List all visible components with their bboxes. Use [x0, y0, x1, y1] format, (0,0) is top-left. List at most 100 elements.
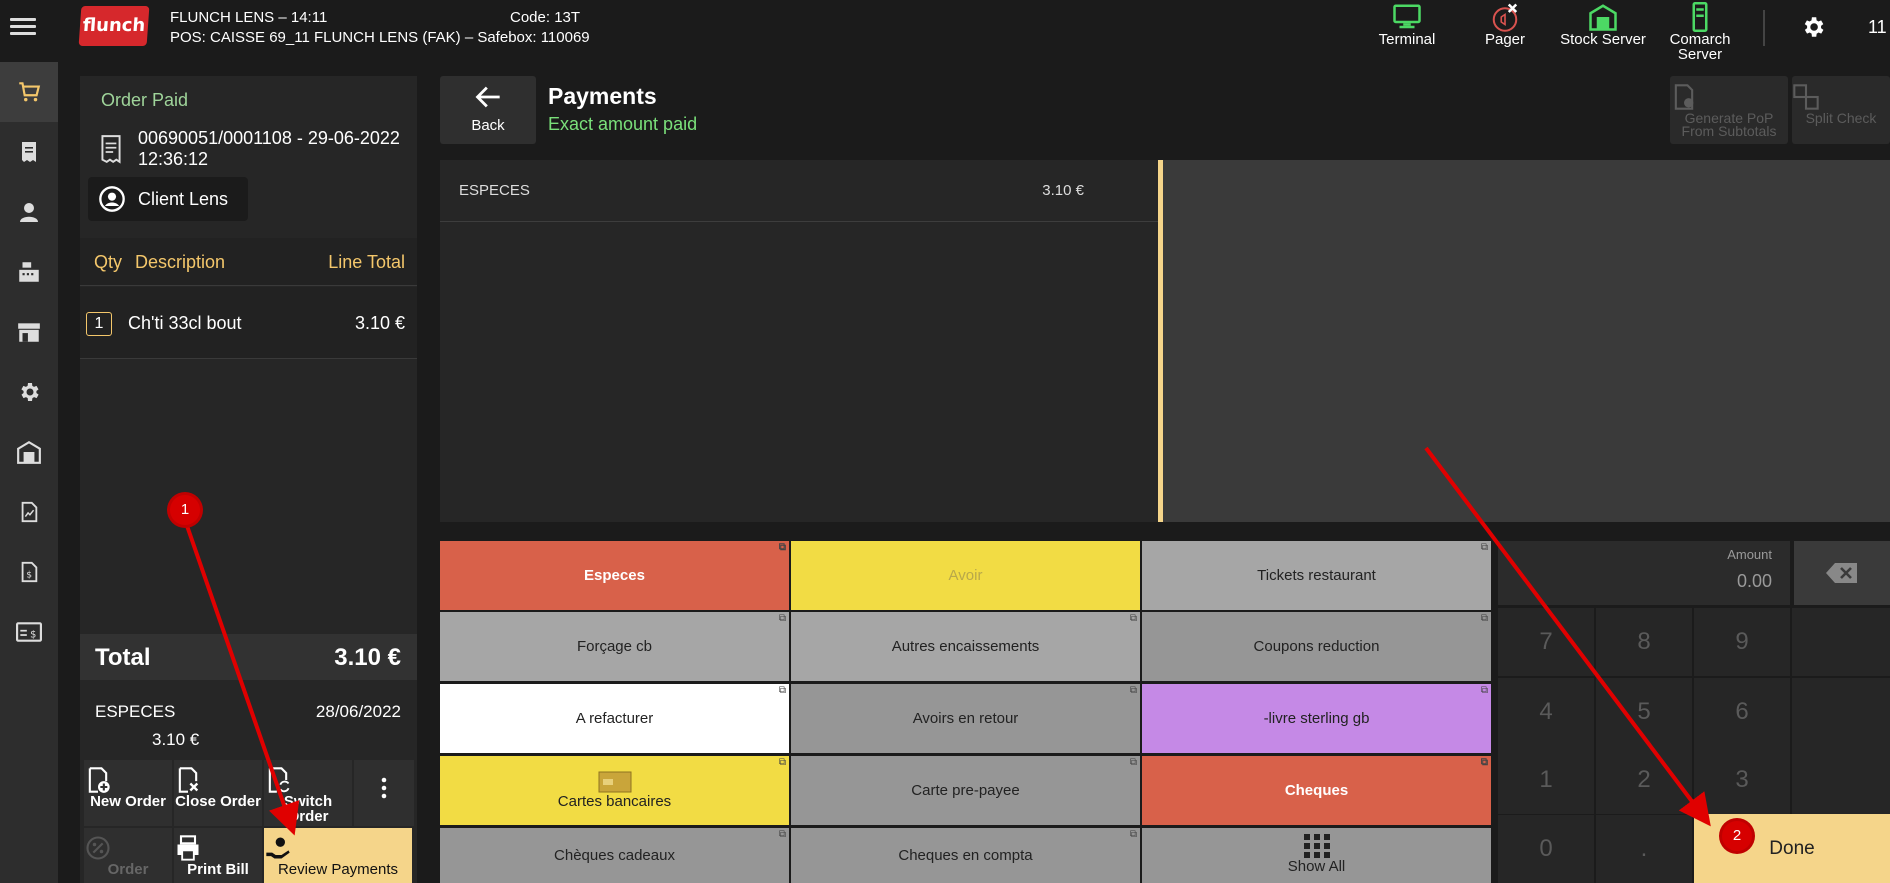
split-icon: [1793, 84, 1819, 110]
method-label: Carte pre-payee: [911, 782, 1020, 799]
pager-button[interactable]: Pager: [1460, 2, 1550, 56]
generate-pop-label: Generate PoP From Subtotals: [1681, 110, 1777, 139]
line-total: 3.10 €: [354, 313, 405, 333]
nav-person[interactable]: [0, 182, 58, 242]
col-qty: Qty: [94, 252, 123, 272]
hamburger-menu-icon[interactable]: [10, 14, 36, 40]
payment-detail-area: [1163, 160, 1890, 522]
nav-card[interactable]: $: [0, 602, 58, 662]
left-nav: $ $: [0, 62, 58, 883]
method-coupons-reduction[interactable]: ⧉ Coupons reduction: [1142, 612, 1491, 681]
nav-cart[interactable]: [0, 62, 58, 122]
new-order-label: New Order: [90, 793, 166, 810]
payment-status: Exact amount paid: [548, 114, 698, 134]
method-carte-pre-payee[interactable]: ⧉ Carte pre-payee: [791, 756, 1140, 825]
person-icon: [20, 203, 38, 222]
key-5[interactable]: 5: [1596, 678, 1692, 746]
page-title: Payments: [548, 83, 657, 109]
pager-label: Pager: [1484, 31, 1526, 48]
key-4[interactable]: 4: [1498, 678, 1594, 746]
external-link-icon: ⧉: [1129, 685, 1137, 696]
print-bill-button[interactable]: Print Bill: [174, 828, 262, 883]
key-blank-3: [1792, 746, 1890, 814]
receipt-icon: [101, 135, 121, 164]
warehouse-icon: [17, 440, 41, 464]
stock-server-button[interactable]: Stock Server: [1558, 2, 1648, 56]
generate-pop-button[interactable]: Generate PoP From Subtotals: [1670, 76, 1788, 144]
method-cheques[interactable]: ⧉ Cheques: [1142, 756, 1491, 825]
key-6[interactable]: 6: [1694, 678, 1790, 746]
method-livre-sterling[interactable]: ⧉ -livre sterling gb: [1142, 684, 1491, 753]
key-dot[interactable]: .: [1596, 815, 1692, 883]
key-0[interactable]: 0: [1498, 815, 1594, 883]
col-line-total: Line Total: [328, 252, 405, 272]
external-link-icon: ⧉: [1480, 757, 1488, 768]
account-circle-icon: [99, 186, 125, 212]
close-order-button[interactable]: Close Order: [174, 760, 262, 826]
external-link-icon: ⧉: [778, 829, 786, 840]
external-link-icon: ⧉: [1480, 542, 1488, 553]
line-qty: 1: [86, 312, 112, 336]
key-3[interactable]: 3: [1694, 746, 1790, 814]
backspace-button[interactable]: [1794, 541, 1890, 605]
split-check-button[interactable]: Split Check: [1792, 76, 1890, 144]
top-divider: [1763, 10, 1765, 46]
store-code: Code: 13T: [510, 9, 581, 26]
method-especes[interactable]: ⧉ Especes: [440, 541, 789, 610]
terminal-button[interactable]: Terminal: [1362, 2, 1452, 56]
more-vert-icon: [381, 777, 387, 799]
cash-register-icon: [19, 262, 39, 282]
comarch-server-label: Comarch Server: [1669, 31, 1731, 63]
nav-reports[interactable]: [0, 482, 58, 542]
payment-entry[interactable]: ESPECES 3.10 €: [440, 160, 1158, 222]
key-1[interactable]: 1: [1498, 746, 1594, 814]
payment-entry-amount: 3.10 €: [1042, 182, 1084, 199]
nav-settings[interactable]: [0, 362, 58, 422]
key-2[interactable]: 2: [1596, 746, 1692, 814]
back-label: Back: [471, 117, 505, 134]
monitor-icon: [1393, 4, 1421, 29]
method-label: Autres encaissements: [891, 638, 1040, 655]
key-blank-1: [1792, 608, 1890, 676]
nav-warehouse[interactable]: [0, 422, 58, 482]
method-autres-encaissements[interactable]: ⧉ Autres encaissements: [791, 612, 1140, 681]
pager-icon: [1492, 3, 1518, 32]
show-all-label: Show All: [1287, 858, 1346, 875]
method-cheques-cadeaux[interactable]: ⧉ Chèques cadeaux: [440, 828, 789, 883]
total-row: Total 3.10 €: [80, 634, 417, 680]
more-options-button[interactable]: [354, 760, 414, 826]
bank-card-icon: [598, 771, 631, 793]
back-button[interactable]: Back: [440, 76, 536, 144]
key-7[interactable]: 7: [1498, 608, 1594, 676]
nav-invoice[interactable]: $: [0, 542, 58, 602]
review-payments-button[interactable]: Review Payments: [264, 828, 412, 883]
method-avoir[interactable]: Avoir: [791, 541, 1140, 610]
done-button[interactable]: Done: [1694, 814, 1890, 883]
done-label: Done: [1769, 837, 1815, 859]
client-button[interactable]: Client Lens: [88, 177, 248, 221]
key-9[interactable]: 9: [1694, 608, 1790, 676]
method-cheques-en-compta[interactable]: ⧉ Cheques en compta: [791, 828, 1140, 883]
method-a-refacturer[interactable]: ⧉ A refacturer: [440, 684, 789, 753]
order-discount-button[interactable]: Order: [84, 828, 172, 883]
nav-receipts[interactable]: [0, 122, 58, 182]
new-order-button[interactable]: New Order: [84, 760, 172, 826]
show-all-button[interactable]: Show All: [1142, 828, 1491, 883]
order-discount-label: Order: [107, 861, 149, 878]
nav-cash-register[interactable]: [0, 242, 58, 302]
key-8[interactable]: 8: [1596, 608, 1692, 676]
method-tickets-restaurant[interactable]: ⧉ Tickets restaurant: [1142, 541, 1491, 610]
payment-method: ESPECES: [95, 702, 176, 721]
gear-icon[interactable]: [1800, 14, 1826, 40]
comarch-server-button[interactable]: Comarch Server: [1655, 2, 1745, 62]
method-label: Cheques: [1284, 782, 1349, 799]
amount-input[interactable]: Amount 0.00: [1498, 541, 1790, 605]
nav-store[interactable]: [0, 302, 58, 362]
method-cartes-bancaires[interactable]: ⧉ Cartes bancaires: [440, 756, 789, 825]
line-description: Ch'ti 33cl bout: [128, 313, 242, 333]
method-forcage-cb[interactable]: ⧉ Forçage cb: [440, 612, 789, 681]
order-columns-header: Qty Description Line Total: [80, 238, 417, 286]
method-avoirs-en-retour[interactable]: ⧉ Avoirs en retour: [791, 684, 1140, 753]
order-line[interactable]: 1 Ch'ti 33cl bout 3.10 €: [80, 287, 417, 359]
switch-order-button[interactable]: Switch Order: [264, 760, 352, 826]
